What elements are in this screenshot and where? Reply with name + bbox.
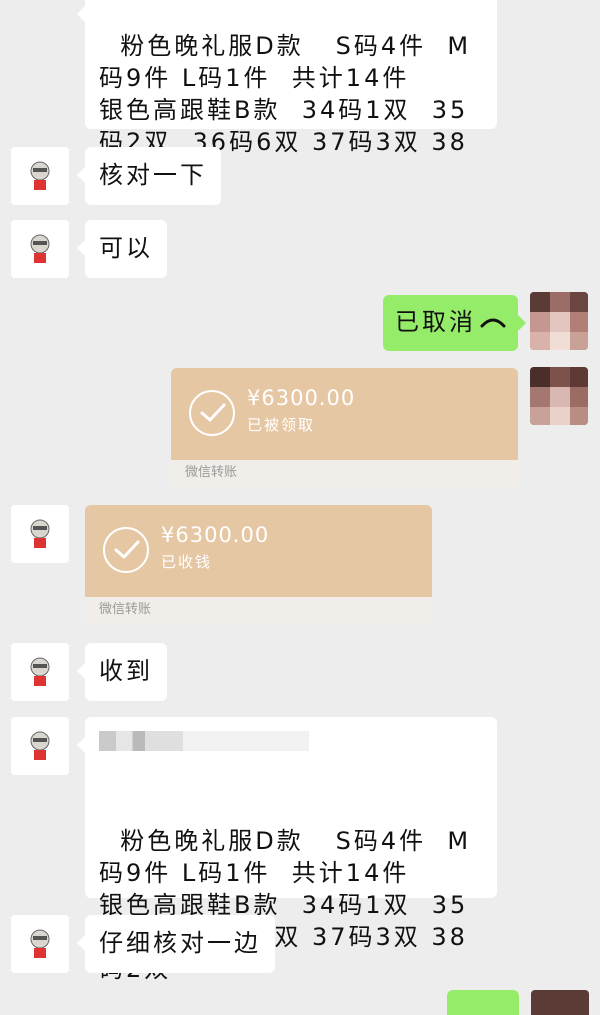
transfer-amount: ¥6300.00: [161, 523, 270, 547]
message-bubble-order-1[interactable]: 粉色晚礼服D款 S码4件 M码9件 L码1件 共计14件 银色高跟鞋B款 34码…: [77, 0, 497, 188]
cartoon-avatar-icon: [30, 657, 50, 686]
cartoon-avatar-icon: [30, 161, 50, 190]
transfer-card-body: ¥6300.00 已收钱: [85, 505, 432, 597]
avatar[interactable]: [11, 220, 69, 278]
transfer-status: 已被领取: [247, 416, 316, 434]
transfer-card-sent[interactable]: ¥6300.00 已被领取 微信转账: [171, 368, 518, 488]
message-bubble-order-2[interactable]: 粉色晚礼服D款 S码4件 M码9件 L码1件 共计14件 银色高跟鞋B款 34码…: [77, 717, 497, 983]
transfer-footer: 微信转账: [99, 602, 152, 617]
cartoon-avatar-icon: [30, 234, 50, 263]
avatar-self[interactable]: [530, 367, 588, 425]
transfer-card-received[interactable]: ¥6300.00 已收钱 微信转账: [85, 505, 432, 625]
avatar-self[interactable]: [530, 292, 588, 350]
transfer-status: 已收钱: [161, 553, 213, 571]
message-bubble[interactable]: 核对一下: [77, 147, 221, 205]
message-text: 核对一下: [99, 161, 207, 189]
pixelated-photo-icon: [530, 292, 588, 350]
call-canceled-bubble[interactable]: 已取消: [383, 295, 526, 351]
avatar-self-cutoff[interactable]: [531, 990, 589, 1015]
phone-hangup-icon: [480, 318, 506, 328]
transfer-footer: 微信转账: [185, 465, 238, 480]
message-bubble-cutoff[interactable]: [447, 990, 519, 1015]
avatar[interactable]: [11, 643, 69, 701]
call-status-text: 已取消: [395, 308, 476, 336]
message-text: 仔细核对一边: [99, 929, 261, 957]
transfer-amount: ¥6300.00: [247, 386, 356, 410]
transfer-card-body: ¥6300.00 已被领取: [171, 368, 518, 460]
message-bubble[interactable]: 仔细核对一边: [77, 915, 275, 973]
message-text: 收到: [99, 657, 153, 685]
message-text: 可以: [99, 234, 153, 262]
pixelated-photo-icon: [530, 367, 588, 425]
cartoon-avatar-icon: [30, 519, 50, 548]
avatar[interactable]: [11, 915, 69, 973]
avatar[interactable]: [11, 505, 69, 563]
cartoon-avatar-icon: [30, 929, 50, 958]
avatar[interactable]: [11, 717, 69, 775]
message-bubble[interactable]: 可以: [77, 220, 167, 278]
check-circle-icon: [103, 527, 149, 573]
cartoon-avatar-icon: [30, 731, 50, 760]
message-bubble[interactable]: 收到: [77, 643, 167, 701]
check-circle-icon: [189, 390, 235, 436]
blurred-text-redaction: [99, 731, 309, 751]
avatar[interactable]: [11, 147, 69, 205]
